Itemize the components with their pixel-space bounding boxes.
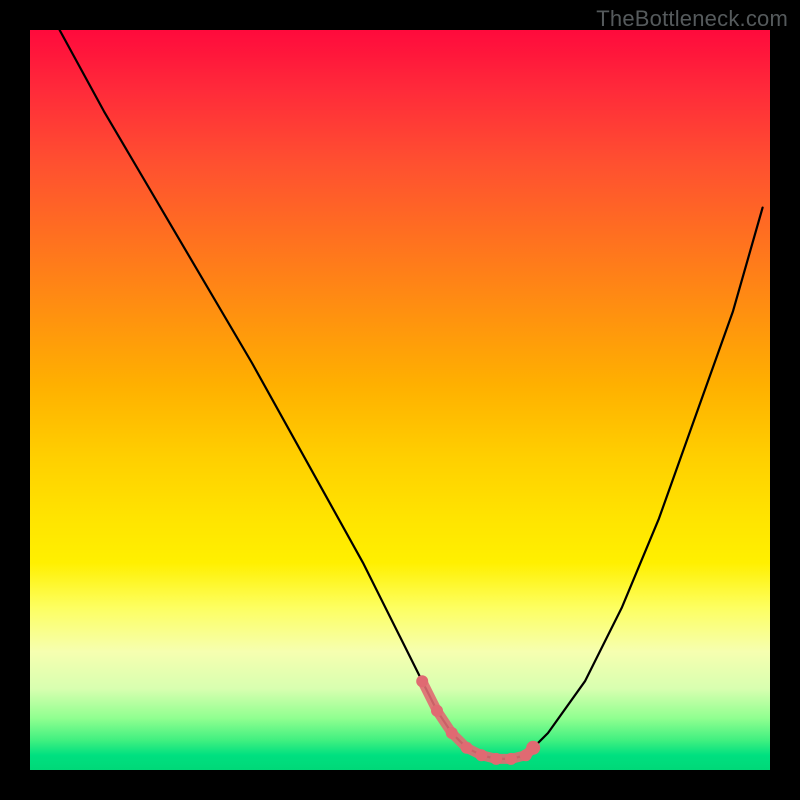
optimal-range-dots (416, 675, 540, 765)
watermark-text: TheBottleneck.com (596, 6, 788, 32)
curve-overlay (30, 30, 770, 770)
bottleneck-curve (60, 30, 763, 759)
plot-area (30, 30, 770, 770)
